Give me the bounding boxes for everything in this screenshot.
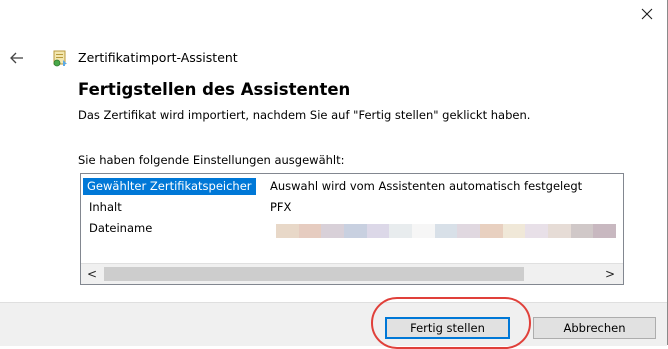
settings-value: Auswahl wird vom Assistenten automatisch…: [270, 179, 583, 193]
settings-key[interactable]: Dateiname: [87, 220, 154, 237]
page-heading: Fertigstellen des Assistenten: [78, 80, 351, 99]
settings-value: PFX: [270, 200, 292, 214]
redaction-block: [502, 224, 526, 238]
horizontal-scrollbar[interactable]: < >: [81, 263, 623, 284]
finish-button[interactable]: Fertig stellen: [385, 317, 510, 339]
settings-row[interactable]: Inhalt PFX: [81, 199, 623, 216]
wizard-title: Zertifikatimport-Assistent: [78, 50, 238, 65]
settings-row[interactable]: Gewählter Zertifikatspeicher Auswahl wir…: [81, 178, 623, 195]
redaction-block: [389, 224, 413, 238]
settings-key[interactable]: Gewählter Zertifikatspeicher: [83, 178, 256, 195]
certificate-wizard-icon: [53, 50, 67, 67]
redaction-block: [366, 224, 390, 238]
redaction-block: [525, 224, 549, 238]
redacted-filename: [276, 224, 617, 238]
redaction-block: [457, 224, 481, 238]
redaction-block: [480, 224, 503, 238]
redaction-block: [548, 224, 571, 238]
redaction-block: [298, 224, 322, 238]
redaction-block: [412, 224, 435, 238]
redaction-block: [344, 224, 367, 238]
redaction-block: [276, 224, 299, 238]
settings-key[interactable]: Inhalt: [87, 199, 124, 216]
settings-label: Sie haben folgende Einstellungen ausgewä…: [78, 153, 345, 167]
back-arrow-icon: [10, 52, 23, 64]
cancel-button[interactable]: Abbrechen: [533, 317, 656, 339]
close-button[interactable]: [631, 0, 663, 28]
settings-list[interactable]: Gewählter Zertifikatspeicher Auswahl wir…: [80, 173, 624, 285]
redaction-block: [570, 224, 594, 238]
redaction-block: [321, 224, 345, 238]
close-icon: [641, 8, 653, 20]
redaction-block: [434, 224, 458, 238]
page-description: Das Zertifikat wird importiert, nachdem …: [78, 108, 531, 122]
scroll-thumb[interactable]: [104, 267, 524, 281]
scroll-left-icon[interactable]: <: [83, 264, 101, 284]
settings-row[interactable]: Dateiname: [81, 220, 623, 238]
redaction-block: [593, 224, 617, 238]
scroll-right-icon[interactable]: >: [601, 264, 619, 284]
back-button[interactable]: [6, 47, 28, 69]
wizard-window: Zertifikatimport-Assistent Fertigstellen…: [0, 0, 668, 349]
